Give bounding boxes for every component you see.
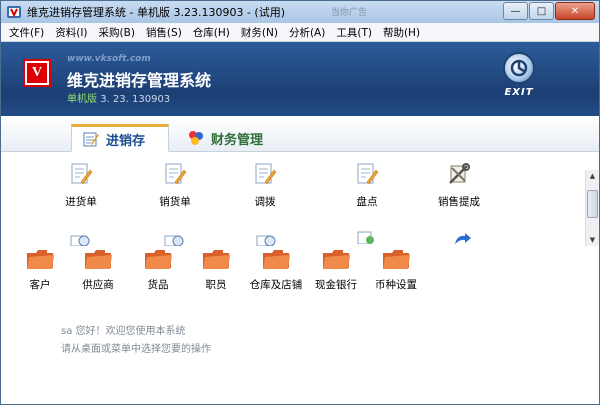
user-name: sa [61, 326, 73, 337]
folder-label: 仓库及店铺 [249, 279, 303, 291]
folder-label: 币种设置 [375, 279, 417, 291]
orange-folder-icon [203, 250, 230, 269]
tools-scroll-icon [449, 163, 470, 184]
orange-folder-icon [323, 250, 350, 269]
version-label: 单机版 [67, 94, 97, 105]
title-bar[interactable]: 维克进销存管理系统 - 单机版 3.23.130903 - (试用) 当你广告 … [1, 1, 599, 23]
folder-goods[interactable]: 货品 [127, 248, 189, 292]
tab-finance-label: 财务管理 [211, 132, 264, 148]
version-info: 单机版 3. 23. 130903 [67, 90, 170, 105]
menu-data[interactable]: 资料(I) [55, 25, 87, 40]
menu-sales[interactable]: 销售(S) [146, 25, 182, 40]
menu-analysis[interactable]: 分析(A) [289, 25, 325, 40]
menu-tools[interactable]: 工具(T) [336, 25, 372, 40]
minimize-button[interactable]: — [503, 2, 528, 20]
hint-message: 请从桌面或菜单中选择您要的操作 [61, 344, 211, 355]
folder-warehouses-stores[interactable]: 仓库及店铺 [245, 248, 307, 292]
menu-bar: 文件(F) 资料(I) 采购(B) 销售(S) 仓库(H) 财务(N) 分析(A… [1, 23, 599, 42]
exit-label: EXIT [504, 87, 534, 98]
folder-label: 货品 [147, 279, 169, 291]
app-name: 维克进销存管理系统 [67, 71, 212, 90]
logo: V [23, 59, 51, 87]
header-banner: V www.vksoft.com 维克进销存管理系统 单机版 3. 23. 13… [1, 42, 599, 116]
folder-label: 客户 [29, 279, 51, 291]
action-label: 销售提成 [438, 196, 480, 208]
folder-staff[interactable]: 职员 [185, 248, 247, 292]
welcome-text: 您好！欢迎您使用本系统 [75, 326, 186, 337]
folder-suppliers[interactable]: 供应商 [67, 248, 129, 292]
scroll-down-icon[interactable]: ▼ [586, 234, 599, 246]
main-window: 维克进销存管理系统 - 单机版 3.23.130903 - (试用) 当你广告 … [0, 0, 600, 405]
orange-folder-icon [85, 250, 112, 269]
refresh-arrow-icon [455, 233, 471, 244]
document-pen-icon [165, 163, 187, 185]
orange-folder-icon [145, 250, 172, 269]
menu-file[interactable]: 文件(F) [9, 25, 44, 40]
document-pen-icon [357, 163, 379, 185]
clock-document-icon [256, 235, 276, 246]
action-label: 盘点 [356, 196, 378, 208]
folder-label: 供应商 [82, 279, 114, 291]
orange-folder-icon [383, 250, 410, 269]
tab-inventory[interactable]: 进销存 [71, 124, 169, 152]
menu-help[interactable]: 帮助(H) [383, 25, 420, 40]
site-url: www.vksoft.com [67, 54, 151, 64]
finance-tab-icon [189, 131, 203, 145]
ghost-text: 当你广告 [331, 8, 368, 18]
folder-label: 现金银行 [315, 279, 357, 291]
action-stocktake[interactable]: 盘点 [337, 162, 397, 209]
menu-purchase[interactable]: 采购(B) [99, 25, 135, 40]
action-label: 调拨 [254, 196, 276, 208]
tab-strip: 进销存 财务管理 [1, 116, 599, 152]
vertical-scrollbar[interactable]: ▲ ▼ [585, 170, 599, 246]
window-controls: — □ ✕ [503, 2, 595, 20]
window-title: 维克进销存管理系统 - 单机版 3.23.130903 - (试用) [27, 6, 285, 19]
version-number: 3. 23. 130903 [100, 94, 171, 105]
menu-warehouse[interactable]: 仓库(H) [193, 25, 230, 40]
orange-folder-icon [27, 250, 54, 269]
desktop-area: 进货单 销货单 调拨 盘点 销售提成 客户 供应商 货品 职员 仓库及店铺 现金… [1, 152, 599, 404]
close-button[interactable]: ✕ [555, 2, 595, 20]
tab-inventory-label: 进销存 [106, 133, 146, 149]
orange-folder-icon [263, 250, 290, 269]
logo-letter: V [27, 63, 47, 83]
document-pen-icon [255, 163, 277, 185]
folder-label: 职员 [205, 279, 227, 291]
inventory-tab-icon [83, 132, 99, 147]
exit-button[interactable]: EXIT [501, 52, 537, 110]
app-icon [7, 6, 21, 18]
scroll-thumb[interactable] [587, 190, 598, 218]
folder-cash-bank[interactable]: 现金银行 [305, 248, 367, 292]
maximize-button[interactable]: □ [529, 2, 554, 20]
action-label: 进货单 [65, 196, 97, 208]
folder-customers[interactable]: 客户 [9, 248, 71, 292]
folder-currency-settings[interactable]: 币种设置 [365, 248, 427, 292]
chart-document-icon [357, 231, 374, 244]
action-sales-order[interactable]: 销货单 [145, 162, 205, 209]
tab-finance[interactable]: 财务管理 [177, 124, 273, 152]
document-pen-icon [71, 163, 93, 185]
action-purchase-order[interactable]: 进货单 [51, 162, 111, 209]
menu-finance[interactable]: 财务(N) [241, 25, 278, 40]
action-transfer[interactable]: 调拨 [235, 162, 295, 209]
action-sales-commission[interactable]: 销售提成 [429, 162, 489, 209]
exit-gear-icon [503, 52, 535, 84]
welcome-message: sa 您好！欢迎您使用本系统 [61, 322, 186, 337]
clock-document-icon [164, 235, 184, 246]
scroll-up-icon[interactable]: ▲ [586, 170, 599, 182]
clock-document-icon [70, 235, 90, 246]
action-label: 销货单 [159, 196, 191, 208]
